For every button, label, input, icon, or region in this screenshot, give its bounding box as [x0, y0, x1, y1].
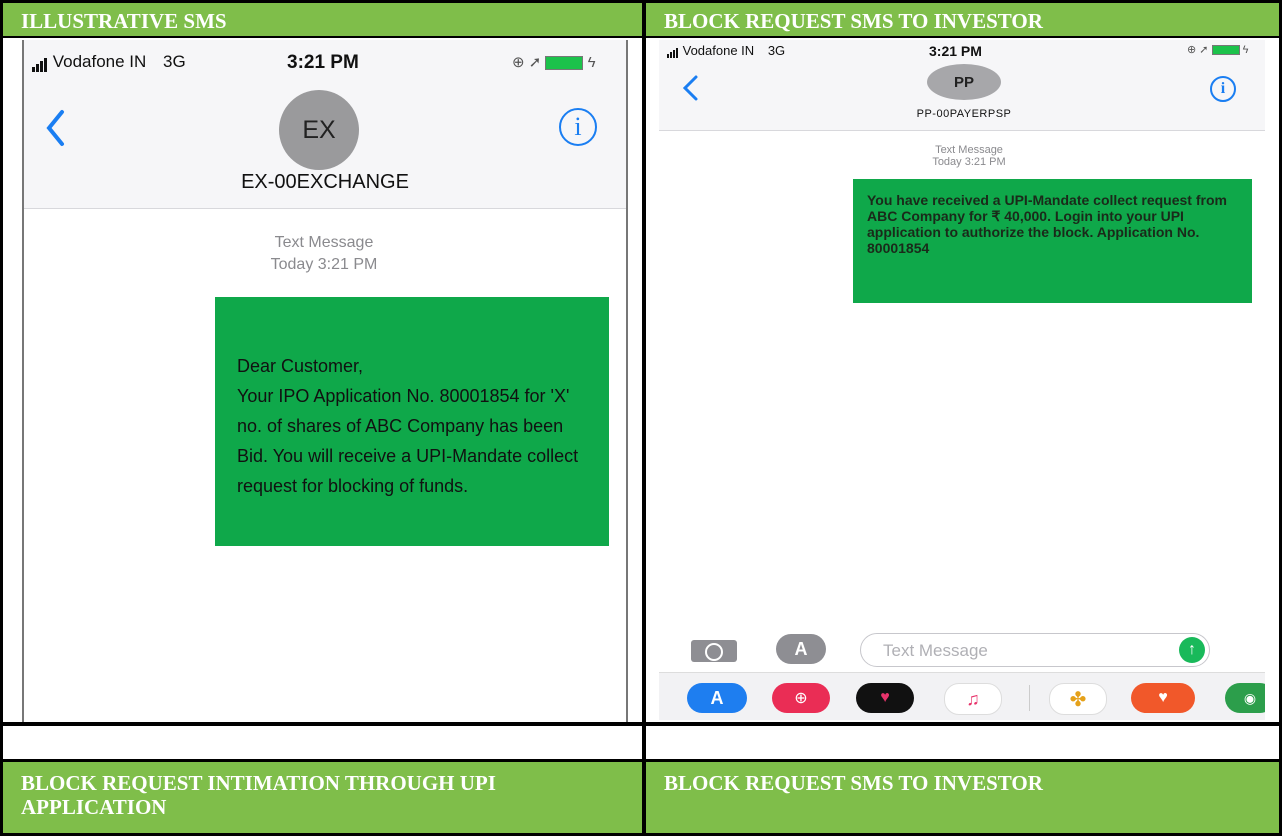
table-divider-row3	[0, 759, 1282, 762]
right-phone-screenshot: Vodafone IN 3G 3:21 PM ⊕ ➚ ϟ PP PP-00PAY…	[659, 40, 1265, 720]
header-bottom-left: BLOCK REQUEST INTIMATION THROUGH UPI APP…	[3, 762, 642, 833]
header-bottom-left-text: BLOCK REQUEST INTIMATION THROUGH UPI APP…	[21, 771, 496, 819]
left-phone-screenshot: Vodafone IN 3G 3:21 PM ⊕ ➚ ϟ EX EX-00EXC…	[22, 40, 628, 722]
music-app-icon[interactable]: ♫	[944, 683, 1002, 715]
message-text: You have received a UPI-Mandate collect …	[867, 192, 1227, 256]
left-status-bar: Vodafone IN 3G 3:21 PM ⊕ ➚ ϟ	[32, 52, 622, 74]
search-app-icon[interactable]: ⊕	[772, 683, 830, 713]
heart-app-icon[interactable]: ♥	[856, 683, 914, 713]
right-status-bar: Vodafone IN 3G 3:21 PM ⊕ ➚ ϟ	[667, 43, 1263, 61]
contact-name[interactable]: EX-00EXCHANGE	[24, 171, 626, 194]
music-memo-app-icon[interactable]: ♥	[1131, 683, 1195, 713]
timestamp-label: Text Message	[274, 234, 374, 251]
header-top-left-text: ILLUSTRATIVE SMS	[21, 9, 227, 33]
table-divider-row2	[0, 722, 1282, 726]
table-divider-row1	[0, 36, 1282, 38]
signal-icon	[667, 43, 679, 58]
table-border-left	[0, 0, 3, 836]
avatar-initials: EX	[302, 115, 336, 144]
timestamp-time: Today 3:21 PM	[932, 156, 1006, 168]
back-chevron-icon[interactable]	[681, 74, 701, 102]
header-top-right: BLOCK REQUEST SMS TO INVESTOR	[646, 3, 1279, 36]
header-top-left: ILLUSTRATIVE SMS	[3, 3, 642, 36]
contact-avatar[interactable]: PP	[927, 64, 1001, 100]
back-chevron-icon[interactable]	[44, 108, 68, 148]
network-label: 3G	[767, 43, 786, 58]
send-icon[interactable]: ↑	[1179, 637, 1205, 663]
contact-avatar[interactable]: EX	[279, 90, 359, 170]
divider	[1029, 685, 1030, 711]
maps-app-icon[interactable]: ◉	[1225, 683, 1265, 713]
message-bubble: Dear Customer, Your IPO Application No. …	[215, 297, 609, 546]
header-top-right-text: BLOCK REQUEST SMS TO INVESTOR	[664, 9, 1043, 33]
status-time: 3:21 PM	[287, 52, 359, 73]
carrier-label: Vodafone IN	[52, 52, 147, 71]
timestamp-label: Text Message	[935, 144, 1003, 156]
message-input[interactable]: Text Message ↑	[860, 633, 1210, 667]
status-time: 3:21 PM	[929, 43, 982, 59]
battery-icon: ⊕ ➚ ϟ	[1187, 44, 1249, 56]
info-icon[interactable]: i	[559, 108, 597, 146]
timestamp-time: Today 3:21 PM	[270, 256, 378, 273]
app-store-icon[interactable]: A	[776, 634, 826, 664]
message-timestamp: Text Message Today 3:21 PM	[869, 144, 1069, 168]
signal-icon	[32, 52, 48, 72]
header-bottom-right: BLOCK REQUEST SMS TO INVESTOR	[646, 762, 1279, 833]
photos-app-icon[interactable]: ✤	[1049, 683, 1107, 715]
message-text: Dear Customer, Your IPO Application No. …	[237, 356, 579, 496]
message-bubble: You have received a UPI-Mandate collect …	[853, 179, 1252, 303]
info-icon[interactable]: i	[1210, 76, 1236, 102]
battery-icon: ⊕ ➚ ϟ	[512, 54, 596, 71]
header-bottom-right-text: BLOCK REQUEST SMS TO INVESTOR	[664, 771, 1043, 795]
contact-name[interactable]: PP-00PAYERPSP	[659, 108, 1265, 120]
network-label: 3G	[163, 52, 186, 71]
avatar-initials: PP	[953, 73, 974, 91]
camera-icon[interactable]	[691, 640, 737, 662]
app-store-app-icon[interactable]: A	[687, 683, 747, 713]
table-border-top	[0, 0, 1282, 3]
message-input-placeholder: Text Message	[883, 641, 988, 660]
carrier-label: Vodafone IN	[682, 43, 755, 58]
message-timestamp: Text Message Today 3:21 PM	[224, 232, 424, 276]
table-divider-center	[642, 0, 646, 836]
app-drawer: A ⊕ ♥ ♫ ✤ ♥ ◉	[659, 672, 1265, 720]
